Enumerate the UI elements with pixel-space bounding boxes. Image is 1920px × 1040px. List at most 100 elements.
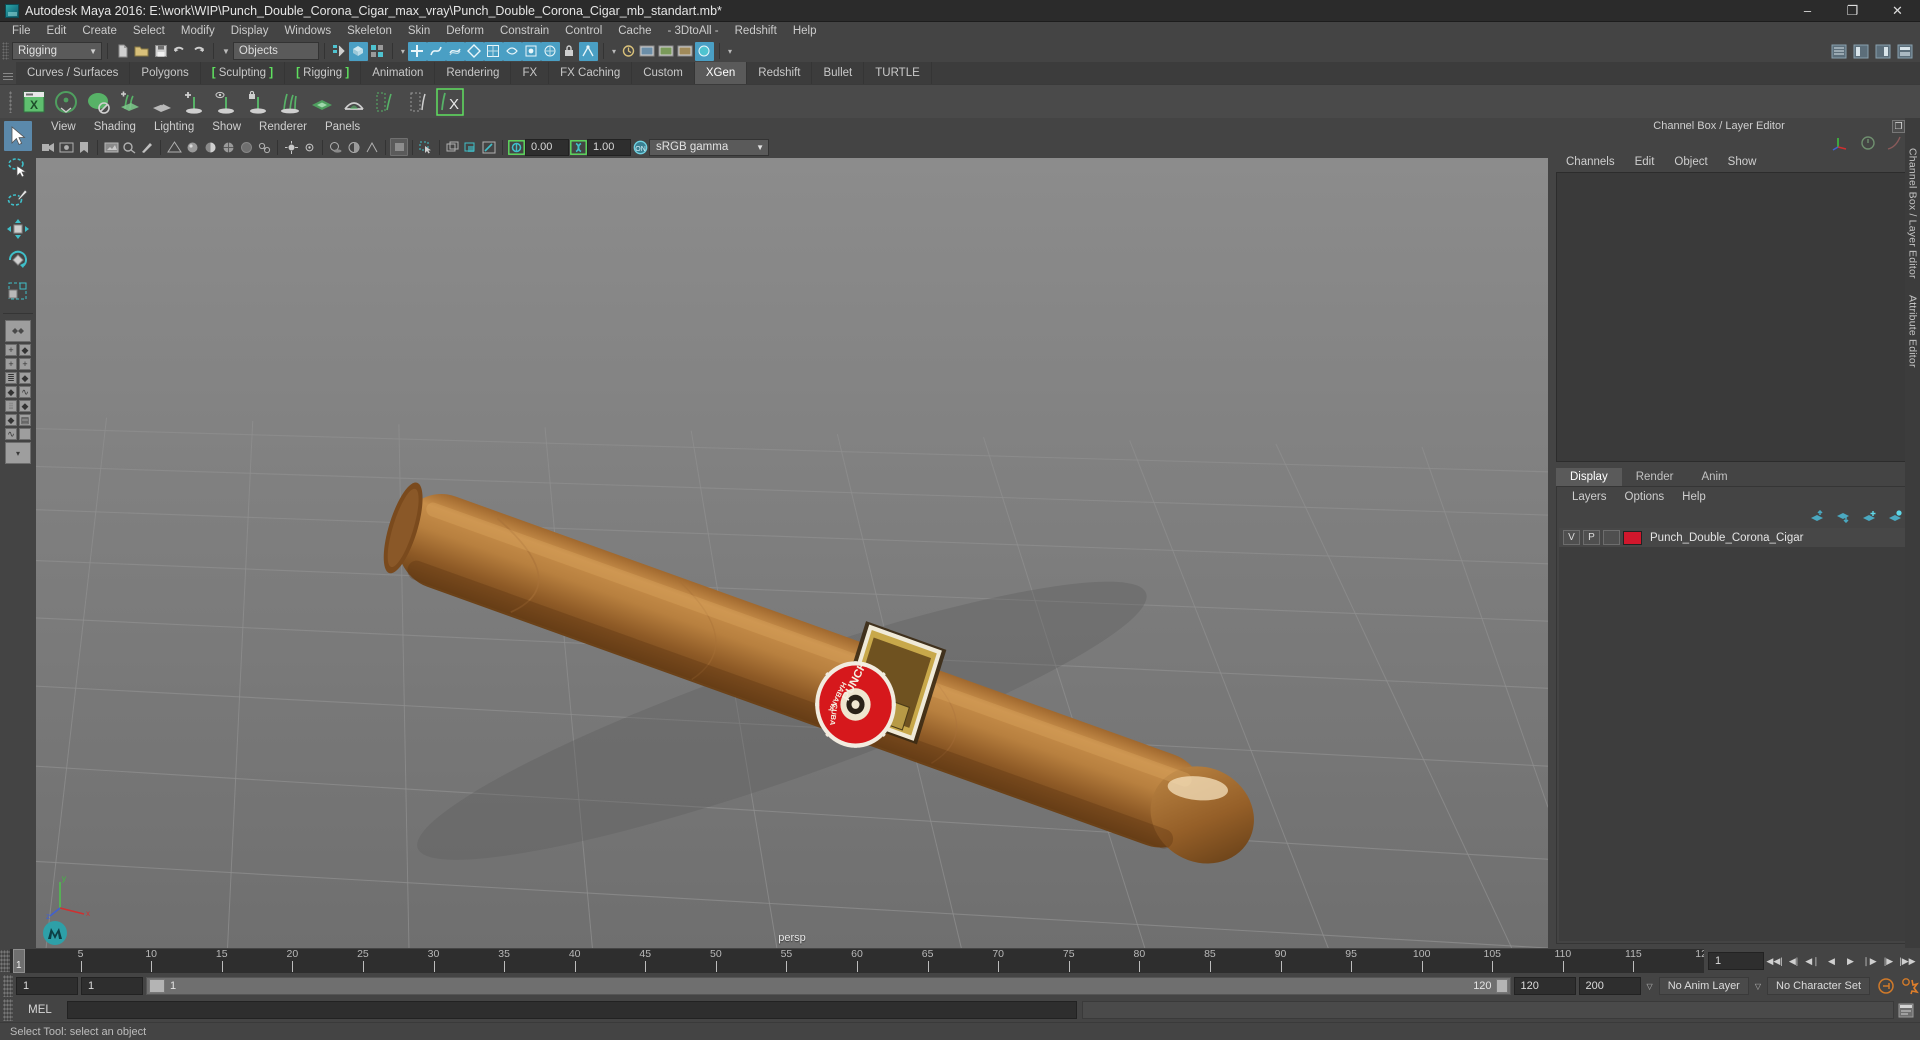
menu-select[interactable]: Select <box>125 22 173 40</box>
time-slider-grip[interactable] <box>0 950 10 972</box>
color-management-select[interactable]: sRGB gamma ▼ <box>649 138 769 156</box>
gamma-field[interactable]: 1.00 <box>587 138 631 156</box>
rendering-mask-button[interactable] <box>540 41 560 61</box>
handle-mask-button[interactable] <box>407 41 427 61</box>
shelf-tab-fx[interactable]: FX <box>511 62 550 84</box>
xgen-preview-toggle-icon[interactable] <box>211 87 241 117</box>
show-tool-settings-button[interactable] <box>1873 42 1892 61</box>
construction-history-button[interactable] <box>619 42 638 61</box>
xgen-spline-icon[interactable] <box>83 87 113 117</box>
statusline-grip[interactable] <box>2 42 9 60</box>
shelf-tab-polygons[interactable]: Polygons <box>130 62 201 84</box>
move-tool-icon[interactable] <box>4 214 32 244</box>
layer-menu-options[interactable]: Options <box>1616 491 1674 503</box>
viewport-menu-show[interactable]: Show <box>203 118 250 136</box>
ambient-occlusion-icon[interactable] <box>345 138 363 156</box>
persp-graph-outliner-layout-icon[interactable]: ◆ ▤ <box>5 414 31 426</box>
layout-more-icon[interactable]: ▾ <box>5 442 31 464</box>
perspective-viewport[interactable]: PUNCH HABANA CUBA persp y x z <box>36 158 1548 948</box>
channel-speed-icon[interactable] <box>1860 135 1876 151</box>
select-tool-icon[interactable] <box>4 121 32 151</box>
shelf-tab-rigging[interactable]: [ Rigging ] <box>285 62 362 84</box>
animation-end-time-field[interactable]: 200 <box>1578 977 1641 995</box>
shelf-tab-turtle[interactable]: TURTLE <box>864 62 932 84</box>
panel-drag-dots-left[interactable] <box>1556 125 1646 127</box>
xgen-clump-icon[interactable] <box>403 87 433 117</box>
show-outliner-button[interactable] <box>1829 42 1848 61</box>
layer-row[interactable]: V P Punch_Double_Corona_Cigar <box>1559 528 1911 547</box>
undo-button[interactable] <box>170 42 189 61</box>
render-view-button[interactable] <box>638 42 657 61</box>
isolate-select-icon[interactable] <box>417 138 435 156</box>
shelf-tab-custom[interactable]: Custom <box>632 62 695 84</box>
step-back-key-icon[interactable]: ◀| <box>1785 952 1802 970</box>
layer-tab-display[interactable]: Display <box>1556 468 1622 486</box>
viewport-menu-lighting[interactable]: Lighting <box>145 118 203 136</box>
time-cursor[interactable]: 1 <box>13 949 25 973</box>
create-layer-from-selected-icon[interactable] <box>1888 509 1903 523</box>
create-empty-layer-icon[interactable] <box>1862 510 1877 523</box>
chevron-down-icon[interactable]: ▼ <box>222 47 230 56</box>
lock-selection-button[interactable] <box>560 42 579 61</box>
minimize-button[interactable]: – <box>1785 0 1830 22</box>
select-by-object-type-button[interactable] <box>348 41 368 61</box>
command-input[interactable] <box>67 1001 1077 1019</box>
menu-3dtoall[interactable]: - 3DtoAll - <box>660 22 727 40</box>
viewport-menu-shading[interactable]: Shading <box>85 118 145 136</box>
select-by-component-type-button[interactable] <box>368 42 387 61</box>
selection-mask-field[interactable]: Objects <box>232 42 319 60</box>
display-lights-shadows-icon[interactable] <box>462 138 480 156</box>
viewport-menu-renderer[interactable]: Renderer <box>250 118 316 136</box>
smooth-shade-selected-icon[interactable] <box>201 138 219 156</box>
shelf-tabs-grip[interactable] <box>0 62 16 84</box>
maximize-button[interactable]: ❐ <box>1830 0 1875 22</box>
shadows-icon[interactable] <box>327 138 345 156</box>
play-backwards-icon[interactable]: ◀ <box>1823 952 1840 970</box>
menu-help[interactable]: Help <box>785 22 825 40</box>
select-by-hierarchy-button[interactable] <box>330 42 349 61</box>
playback-end-time-field[interactable]: 120 <box>1513 977 1576 995</box>
range-bar-right-handle[interactable] <box>1495 979 1508 993</box>
menu-edit[interactable]: Edit <box>39 22 75 40</box>
menu-display[interactable]: Display <box>223 22 277 40</box>
command-language-label[interactable]: MEL <box>18 1004 62 1016</box>
redo-button[interactable] <box>189 42 208 61</box>
hypershade-button[interactable] <box>694 41 714 61</box>
vertical-tab-channel-box[interactable]: Channel Box / Layer Editor <box>1907 140 1919 287</box>
chevron-down-icon[interactable]: ▾ <box>728 47 732 56</box>
shelf-tab-xgen[interactable]: XGen <box>694 62 748 84</box>
show-attribute-editor-button[interactable] <box>1851 42 1870 61</box>
all-lights-icon[interactable] <box>300 138 318 156</box>
layer-list[interactable]: V P Punch_Double_Corona_Cigar <box>1559 528 1911 941</box>
close-button[interactable]: ✕ <box>1875 0 1920 22</box>
range-bar-left-handle[interactable] <box>149 979 165 993</box>
xgen-guide-icon[interactable] <box>275 87 305 117</box>
menu-skeleton[interactable]: Skeleton <box>339 22 400 40</box>
two-d-pan-zoom-icon[interactable] <box>120 138 138 156</box>
shelf-tab-bullet[interactable]: Bullet <box>812 62 865 84</box>
xgen-mask-icon[interactable] <box>371 87 401 117</box>
camera-attributes-icon[interactable] <box>57 138 75 156</box>
wireframe-shading-icon[interactable] <box>165 138 183 156</box>
animation-preferences-icon[interactable] <box>1900 977 1920 995</box>
chevron-down-icon[interactable]: ▽ <box>1755 982 1761 991</box>
exposure-toggle-icon[interactable] <box>507 138 525 156</box>
snap-to-grid-button[interactable] <box>578 41 598 61</box>
bookmark-icon[interactable] <box>75 138 93 156</box>
channel-menu-object[interactable]: Object <box>1664 156 1717 168</box>
move-layer-down-icon[interactable] <box>1836 510 1851 523</box>
paint-select-tool-icon[interactable] <box>4 183 32 213</box>
move-layer-up-icon[interactable] <box>1810 509 1825 523</box>
image-plane-icon[interactable] <box>102 138 120 156</box>
shelf-tab-rendering[interactable]: Rendering <box>435 62 512 84</box>
layer-color-swatch[interactable] <box>1623 530 1642 545</box>
layer-menu-help[interactable]: Help <box>1673 491 1715 503</box>
smooth-shade-all-icon[interactable] <box>183 138 201 156</box>
layer-visibility-toggle[interactable]: V <box>1563 530 1580 545</box>
layer-name-label[interactable]: Punch_Double_Corona_Cigar <box>1650 532 1803 544</box>
chevron-down-icon[interactable]: ▾ <box>401 47 405 56</box>
range-slider-grip[interactable] <box>3 975 13 997</box>
single-perspective-layout-icon[interactable] <box>5 320 31 342</box>
dynamics-mask-button[interactable] <box>521 41 541 61</box>
menu-file[interactable]: File <box>4 22 39 40</box>
